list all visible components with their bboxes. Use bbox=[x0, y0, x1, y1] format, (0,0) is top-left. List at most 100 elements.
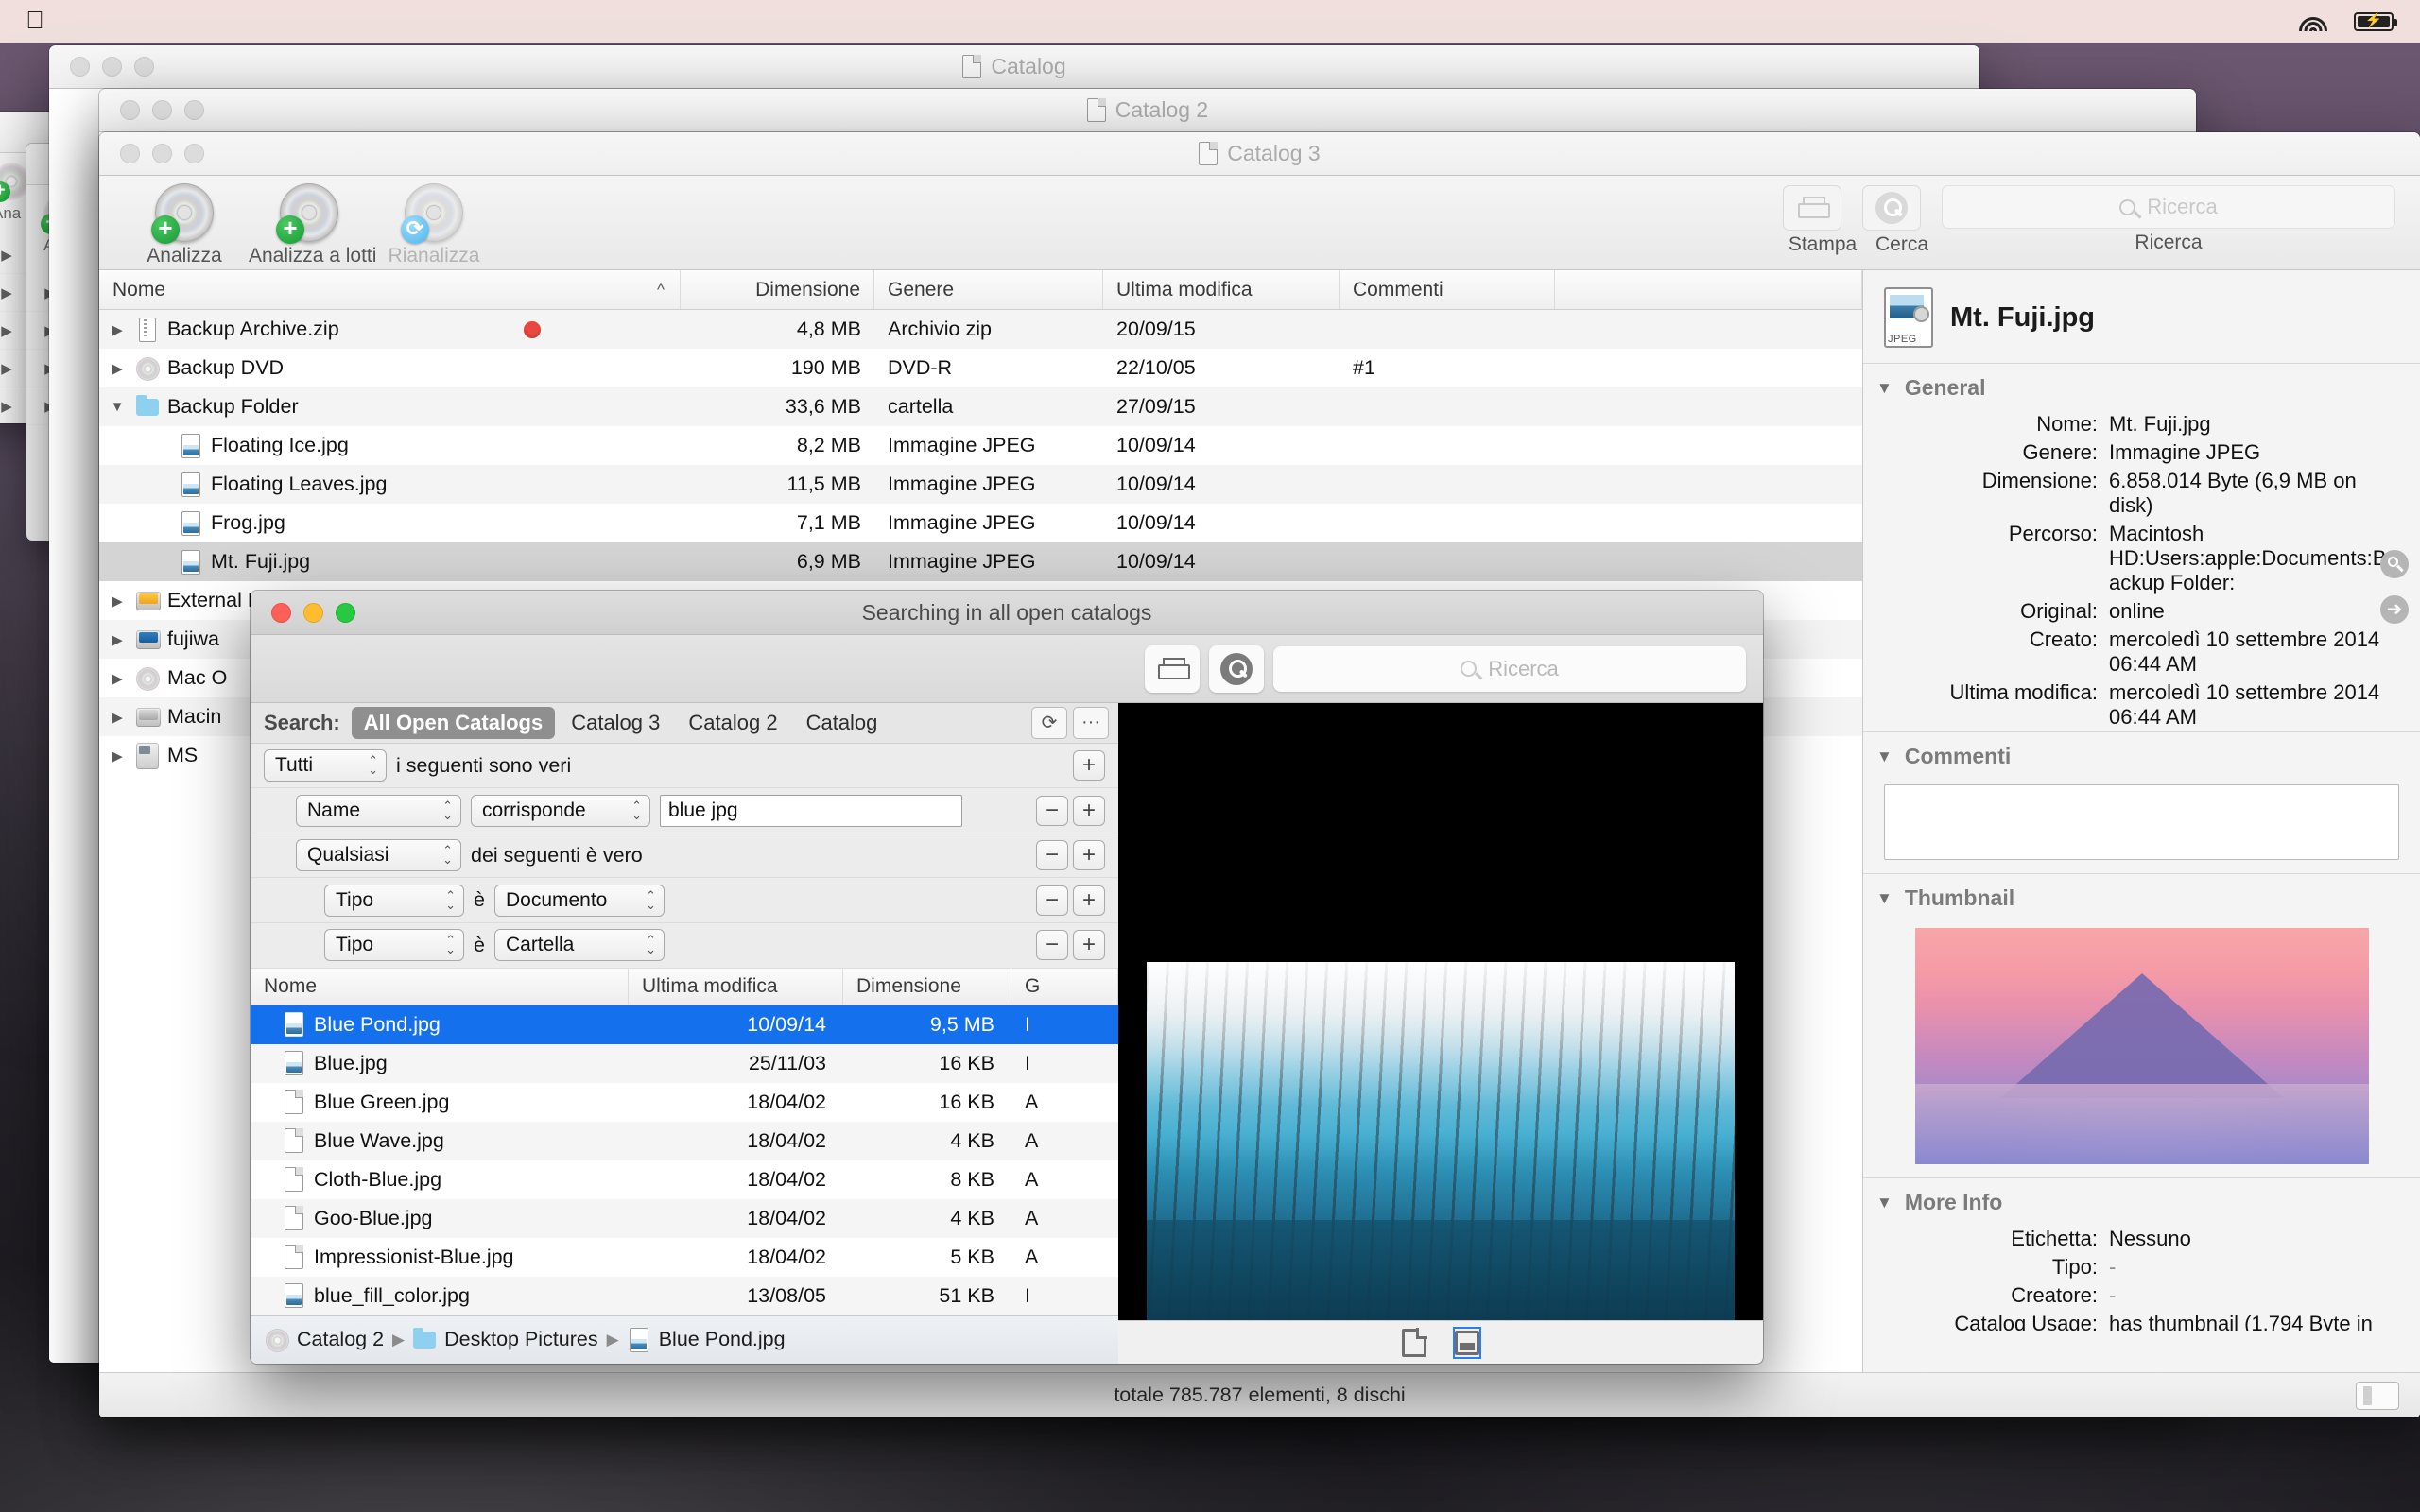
tab-all-open-catalogs[interactable]: All Open Catalogs bbox=[351, 706, 556, 739]
add-criteria-button[interactable]: + bbox=[1073, 930, 1105, 961]
table-row[interactable]: blue_fill_color.jpg 13/08/05 51 KB I bbox=[251, 1276, 1118, 1315]
section-header-thumbnail[interactable]: ▼ Thumbnail bbox=[1863, 874, 2420, 920]
list-header[interactable]: Nome ^ Dimensione Genere Ultima modifica… bbox=[99, 270, 1862, 310]
table-row[interactable]: Goo-Blue.jpg 18/04/02 4 KB A bbox=[251, 1198, 1118, 1238]
chevron-down-icon[interactable]: ▼ bbox=[107, 399, 128, 415]
ellipsis-icon[interactable]: ··· bbox=[1073, 706, 1109, 739]
table-row[interactable]: Cloth-Blue.jpg 18/04/02 8 KB A bbox=[251, 1160, 1118, 1199]
criteria-match-dropdown[interactable]: Tutti ⌃ ⌄ bbox=[264, 749, 387, 782]
table-row[interactable]: Blue.jpg 25/11/03 16 KB I bbox=[251, 1043, 1118, 1083]
results-header[interactable]: Nome Ultima modifica Dimensione G bbox=[251, 968, 1118, 1005]
table-row[interactable]: Floating Leaves.jpg 11,5 MB Immagine JPE… bbox=[99, 465, 1862, 504]
remove-criteria-button[interactable]: − bbox=[1036, 840, 1068, 871]
file-name: Floating Leaves.jpg bbox=[211, 472, 388, 495]
tab-catalog[interactable]: Catalog bbox=[794, 707, 890, 739]
chevron-right-icon[interactable]: ▶ bbox=[107, 360, 128, 377]
chevron-right-icon[interactable]: ▶ bbox=[107, 670, 128, 687]
add-criteria-button[interactable]: + bbox=[1073, 750, 1105, 782]
chevron-right-icon[interactable]: ▶ bbox=[107, 709, 128, 726]
chevron-down-icon[interactable]: ▼ bbox=[1876, 889, 1893, 908]
battery-charging-icon[interactable]: ⚡ bbox=[2354, 11, 2397, 31]
titlebar[interactable]: Catalog 2 bbox=[99, 89, 2196, 132]
image-view-icon[interactable] bbox=[1453, 1326, 1481, 1359]
chevron-right-icon[interactable]: ▶ bbox=[0, 360, 17, 377]
search-print-button[interactable] bbox=[1145, 644, 1200, 693]
column-header-nome[interactable]: Nome ^ bbox=[99, 270, 681, 309]
add-criteria-button[interactable]: + bbox=[1073, 885, 1105, 916]
remove-criteria-button[interactable]: − bbox=[1036, 930, 1068, 961]
remove-criteria-button[interactable]: − bbox=[1036, 795, 1068, 826]
rianalizza-button[interactable]: ⟳ Rianalizza bbox=[373, 183, 494, 267]
analizza-a-lotti-button[interactable]: + Analizza a lotti bbox=[249, 183, 376, 267]
titlebar[interactable]: Catalog 3 bbox=[99, 132, 2420, 176]
table-row[interactable]: Mt. Fuji.jpg 6,9 MB Immagine JPEG 10/09/… bbox=[99, 542, 1862, 581]
chevron-right-icon[interactable]: ▶ bbox=[0, 284, 17, 301]
tab-catalog-3[interactable]: Catalog 3 bbox=[559, 707, 672, 739]
search-window-search-input[interactable]: Ricerca bbox=[1273, 645, 1746, 692]
wifi-icon[interactable] bbox=[2297, 10, 2329, 33]
results-rows: Blue Pond.jpg 10/09/14 9,5 MB I Blue.jpg… bbox=[251, 1005, 1118, 1315]
criteria-typevalue-dropdown[interactable]: Cartella ⌃ ⌄ bbox=[493, 929, 665, 962]
chevron-down-icon[interactable]: ▼ bbox=[1876, 747, 1893, 766]
criteria-operator-dropdown[interactable]: corrisponde ⌃ ⌄ bbox=[471, 794, 650, 827]
hd-plain-icon bbox=[136, 706, 161, 729]
sidebar-toggle-button[interactable] bbox=[2356, 1381, 2399, 1410]
cerca-button[interactable]: Cerca bbox=[1862, 185, 1942, 256]
add-criteria-button[interactable]: + bbox=[1073, 840, 1105, 871]
generic-file-icon bbox=[283, 1205, 305, 1231]
criteria-text: è bbox=[474, 933, 485, 956]
chevron-right-icon[interactable]: ▶ bbox=[107, 321, 128, 338]
section-header-more-info[interactable]: ▼ More Info bbox=[1863, 1178, 2420, 1225]
printer-button-box[interactable] bbox=[1783, 185, 1841, 231]
table-row[interactable]: Impressionist-Blue.jpg 18/04/02 5 KB A bbox=[251, 1238, 1118, 1277]
table-row[interactable]: Frog.jpg 7,1 MB Immagine JPEG 10/09/14 bbox=[99, 504, 1862, 542]
stampa-button[interactable]: Stampa bbox=[1783, 185, 1862, 256]
chevron-right-icon[interactable]: ▶ bbox=[107, 593, 128, 610]
criteria-type-dropdown[interactable]: Tipo ⌃ ⌄ bbox=[324, 884, 464, 917]
table-row[interactable]: Blue Wave.jpg 18/04/02 4 KB A bbox=[251, 1121, 1118, 1160]
chevron-right-icon[interactable]: ▶ bbox=[107, 631, 128, 648]
chevron-down-icon[interactable]: ▼ bbox=[1876, 1194, 1893, 1212]
table-row[interactable]: ▼ Backup Folder 33,6 MB cartella 27/09/1… bbox=[99, 387, 1862, 426]
section-header-commenti[interactable]: ▼ Commenti bbox=[1863, 732, 2420, 779]
criteria-value-input[interactable]: blue jpg bbox=[660, 794, 962, 827]
arrow-circle-icon[interactable]: ➜ bbox=[2380, 595, 2409, 624]
breadcrumb-item-file[interactable]: Blue Pond.jpg bbox=[659, 1328, 786, 1351]
criteria-field-dropdown[interactable]: Name ⌃ ⌄ bbox=[296, 794, 461, 827]
table-row[interactable]: ▶ Backup DVD 190 MB DVD-R 22/10/05 #1 bbox=[99, 349, 1862, 387]
search-window[interactable]: Searching in all open catalogs Ricerca S… bbox=[251, 591, 1763, 1364]
table-row[interactable]: Floating Ice.jpg 8,2 MB Immagine JPEG 10… bbox=[99, 426, 1862, 465]
chevron-down-icon[interactable]: ▼ bbox=[1876, 379, 1893, 398]
titlebar[interactable]: Catalog bbox=[49, 45, 1979, 89]
disc-refresh-icon: ⟳ bbox=[401, 183, 463, 244]
chevron-right-icon[interactable]: ▶ bbox=[0, 398, 17, 415]
chevron-right-icon[interactable]: ▶ bbox=[0, 247, 17, 264]
info-panel-scroll[interactable]: ▼ General Nome: Mt. Fuji.jpg Genere: Immag… bbox=[1863, 364, 2420, 1406]
table-row[interactable]: Blue Pond.jpg 10/09/14 9,5 MB I bbox=[251, 1005, 1118, 1044]
search-input[interactable]: Ricerca bbox=[1942, 185, 2395, 229]
search-titlebar[interactable]: Searching in all open catalogs bbox=[251, 591, 1763, 635]
comments-textarea[interactable] bbox=[1884, 784, 2399, 860]
criteria-any-dropdown[interactable]: Qualsiasi ⌃ ⌄ bbox=[296, 839, 461, 872]
add-criteria-button[interactable]: + bbox=[1073, 795, 1105, 826]
apple-logo-icon[interactable]:  bbox=[0, 8, 70, 36]
section-header-general[interactable]: ▼ General bbox=[1863, 364, 2420, 410]
analizza-button[interactable]: + Analizza bbox=[124, 183, 245, 267]
refresh-icon[interactable]: ⟳ bbox=[1031, 706, 1067, 739]
table-row[interactable]: ▶ Backup Archive.zip 4,8 MB Archivio zip… bbox=[99, 310, 1862, 349]
breadcrumb-item-catalog[interactable]: Catalog 2 bbox=[297, 1328, 384, 1351]
red-flag-dot[interactable] bbox=[524, 320, 541, 338]
criteria-typevalue-dropdown[interactable]: Documento ⌃ ⌄ bbox=[493, 884, 665, 917]
magnifier-circle-icon[interactable] bbox=[2380, 550, 2409, 578]
document-view-icon[interactable] bbox=[1402, 1327, 1427, 1357]
chevron-right-icon[interactable]: ▶ bbox=[0, 322, 17, 339]
table-row[interactable]: Blue Green.jpg 18/04/02 16 KB A bbox=[251, 1083, 1118, 1122]
remove-criteria-button[interactable]: − bbox=[1036, 885, 1068, 916]
criteria-type-dropdown[interactable]: Tipo ⌃ ⌄ bbox=[324, 929, 464, 962]
chevron-right-icon[interactable]: ▶ bbox=[107, 747, 128, 765]
tab-catalog-2[interactable]: Catalog 2 bbox=[676, 707, 789, 739]
chevron-updown-icon: ⌃ ⌄ bbox=[646, 887, 656, 912]
find-button-box[interactable] bbox=[1862, 185, 1921, 231]
search-find-button[interactable] bbox=[1209, 644, 1264, 693]
breadcrumb-item-folder[interactable]: Desktop Pictures bbox=[444, 1328, 598, 1351]
